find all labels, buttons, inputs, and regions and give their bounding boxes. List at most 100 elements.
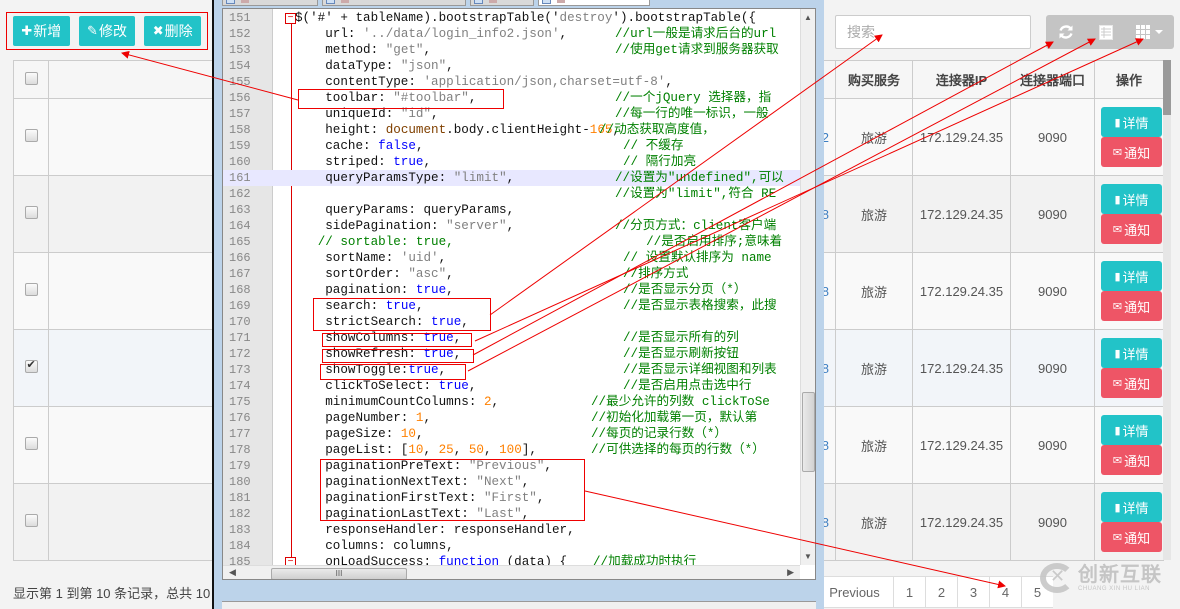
row-checkbox[interactable] [24, 206, 38, 219]
code-line[interactable]: 157 uniqueId: "id", //每一行的唯一标识，一般 [223, 106, 803, 122]
editor-tab[interactable] [222, 0, 318, 6]
code-line[interactable]: 169 search: true, //是否显示表格搜索，此搜 [223, 298, 803, 314]
editor-tab[interactable] [322, 0, 466, 6]
code-line[interactable]: 158 height: document.body.clientHeight-1… [223, 122, 803, 138]
row-checkbox[interactable] [24, 437, 38, 450]
header-ip[interactable]: 连接器IP [912, 60, 1011, 99]
refresh-button[interactable] [1046, 15, 1086, 49]
scroll-right-icon[interactable]: ▶ [787, 567, 794, 578]
code-line[interactable]: 151 $('#' + tableName).bootstrapTable('de… [223, 10, 803, 26]
notify-button[interactable]: ✉ 通知 [1101, 137, 1162, 167]
code-comment: //是否启用点击选中行 [623, 379, 752, 393]
code-line[interactable]: 168 pagination: true, //是否显示分页（*） [223, 282, 803, 298]
editor-vscroll-thumb[interactable] [802, 392, 815, 472]
scroll-left-icon[interactable]: ◀ [229, 567, 236, 578]
code-line[interactable]: 160 striped: true, // 隔行加亮 [223, 154, 803, 170]
table-scrollbar[interactable] [1163, 60, 1171, 560]
row-checkbox[interactable] [24, 129, 38, 142]
row-checkbox[interactable] [24, 358, 38, 373]
header-select-all[interactable] [13, 60, 49, 99]
code-line[interactable]: 176 pageNumber: 1, //初始化加载第一页，默认第 [223, 410, 803, 426]
code-line[interactable]: 165 // sortable: true, //是否启用排序;意味着 [223, 234, 803, 250]
code-line[interactable]: 159 cache: false, // 不缓存 [223, 138, 803, 154]
scroll-down-icon[interactable]: ▼ [804, 552, 812, 561]
header-service[interactable]: 购买服务 [835, 60, 913, 99]
editor-horizontal-scrollbar[interactable]: ◀ III ▶ [223, 565, 800, 579]
code-line[interactable]: 155 contentType: 'application/json,chars… [223, 74, 803, 90]
row-select-cell[interactable] [13, 98, 49, 176]
code-line[interactable]: 163 queryParams: queryParams, [223, 202, 803, 218]
delete-button[interactable]: ✖ 删除 [144, 16, 202, 46]
code-line[interactable]: 183 responseHandler: responseHandler, [223, 522, 803, 538]
header-port[interactable]: 连接器端口 [1010, 60, 1095, 99]
row-checkbox[interactable] [24, 514, 38, 527]
pagination-page[interactable]: 3 [957, 576, 989, 608]
add-button[interactable]: ✚ 新增 [13, 16, 70, 46]
code-line[interactable]: 175 minimumCountColumns: 2, //最少允许的列数 cli… [223, 394, 803, 410]
code-line[interactable]: 170 strictSearch: true, [223, 314, 803, 330]
close-tab-icon[interactable] [341, 0, 349, 3]
code-line[interactable]: 180 paginationNextText: "Next", [223, 474, 803, 490]
line-number: 175 [229, 395, 251, 409]
line-number: 158 [229, 123, 251, 137]
select-all-checkbox[interactable] [24, 71, 38, 85]
row-select-cell[interactable] [13, 252, 49, 330]
detail-button[interactable]: ▮ 详情 [1101, 184, 1162, 214]
code-line[interactable]: 162 //设置为"limit",符合 RE [223, 186, 803, 202]
pagination-page[interactable]: 1 [893, 576, 925, 608]
row-select-cell[interactable] [13, 406, 49, 484]
line-number: 166 [229, 251, 251, 265]
notify-button[interactable]: ✉ 通知 [1101, 291, 1162, 321]
detail-button[interactable]: ▮ 详情 [1101, 338, 1162, 368]
code-line[interactable]: 179 paginationPreText: "Previous", [223, 458, 803, 474]
code-line[interactable]: 153 method: "get", //使用get请求到服务器获取 [223, 42, 803, 58]
code-line[interactable]: 177 pageSize: 10, //每页的记录行数（*） [223, 426, 803, 442]
code-line[interactable]: 174 clickToSelect: true, //是否启用点击选中行 [223, 378, 803, 394]
search-input[interactable] [847, 24, 1019, 40]
detail-button[interactable]: ▮ 详情 [1101, 261, 1162, 291]
code-line[interactable]: 154 dataType: "json", [223, 58, 803, 74]
editor-vertical-scrollbar[interactable]: ▲ ▼ [800, 9, 815, 565]
pagination-page[interactable]: 2 [925, 576, 957, 608]
code-line[interactable]: 152 url: '../data/login_info2.json', //ur… [223, 26, 803, 42]
file-icon [326, 0, 335, 4]
row-select-cell[interactable] [13, 329, 49, 407]
code-line[interactable]: 156 toolbar: "#toolbar", //一个jQuery 选择器，指 [223, 90, 803, 106]
code-line[interactable]: 173 showToggle:true, //是否显示详细视图和列表 [223, 362, 803, 378]
code-line[interactable]: 172 showRefresh: true, //是否显示刷新按钮 [223, 346, 803, 362]
editor-tab[interactable] [470, 0, 534, 6]
detail-button[interactable]: ▮ 详情 [1101, 492, 1162, 522]
close-tab-icon[interactable] [557, 0, 565, 3]
code-line[interactable]: 166 sortName: 'uid', // 设置默认排序为 name [223, 250, 803, 266]
detail-button[interactable]: ▮ 详情 [1101, 415, 1162, 445]
code-editor[interactable]: − − 151 $('#' + tableName).bootstrapTable… [222, 8, 816, 580]
pagination-page[interactable]: 4 [989, 576, 1021, 608]
x-icon: ✖ [152, 23, 164, 38]
columns-dropdown-button[interactable] [1126, 15, 1174, 49]
notify-button[interactable]: ✉ 通知 [1101, 445, 1162, 475]
code-line[interactable]: 178 pageList: [10, 25, 50, 100], //可供选择的每… [223, 442, 803, 458]
notify-button[interactable]: ✉ 通知 [1101, 214, 1162, 244]
scroll-up-icon[interactable]: ▲ [804, 13, 812, 22]
row-checkbox[interactable] [24, 283, 38, 296]
table-scrollbar-thumb[interactable] [1163, 60, 1171, 115]
toggle-view-button[interactable] [1086, 15, 1126, 49]
row-select-cell[interactable] [13, 175, 49, 253]
close-tab-icon[interactable] [489, 0, 497, 3]
editor-hscroll-thumb[interactable]: III [271, 568, 407, 579]
editor-tab-active[interactable] [538, 0, 650, 6]
code-line[interactable]: 181 paginationFirstText: "First", [223, 490, 803, 506]
edit-button[interactable]: ✎ 修改 [78, 16, 136, 46]
code-line[interactable]: 164 sidePagination: "server", //分页方式：clie… [223, 218, 803, 234]
code-line[interactable]: 184 columns: columns, [223, 538, 803, 554]
pagination-previous[interactable]: Previous [815, 576, 893, 608]
code-line[interactable]: 161 queryParamsType: "limit", //设置为"undef… [223, 170, 803, 186]
notify-button[interactable]: ✉ 通知 [1101, 522, 1162, 552]
notify-button[interactable]: ✉ 通知 [1101, 368, 1162, 398]
row-select-cell[interactable] [13, 483, 49, 561]
code-line[interactable]: 182 paginationLastText: "Last", [223, 506, 803, 522]
detail-button[interactable]: ▮ 详情 [1101, 107, 1162, 137]
code-line[interactable]: 167 sortOrder: "asc", //排序方式 [223, 266, 803, 282]
code-line[interactable]: 171 showColumns: true, //是否显示所有的列 [223, 330, 803, 346]
close-tab-icon[interactable] [241, 0, 249, 3]
